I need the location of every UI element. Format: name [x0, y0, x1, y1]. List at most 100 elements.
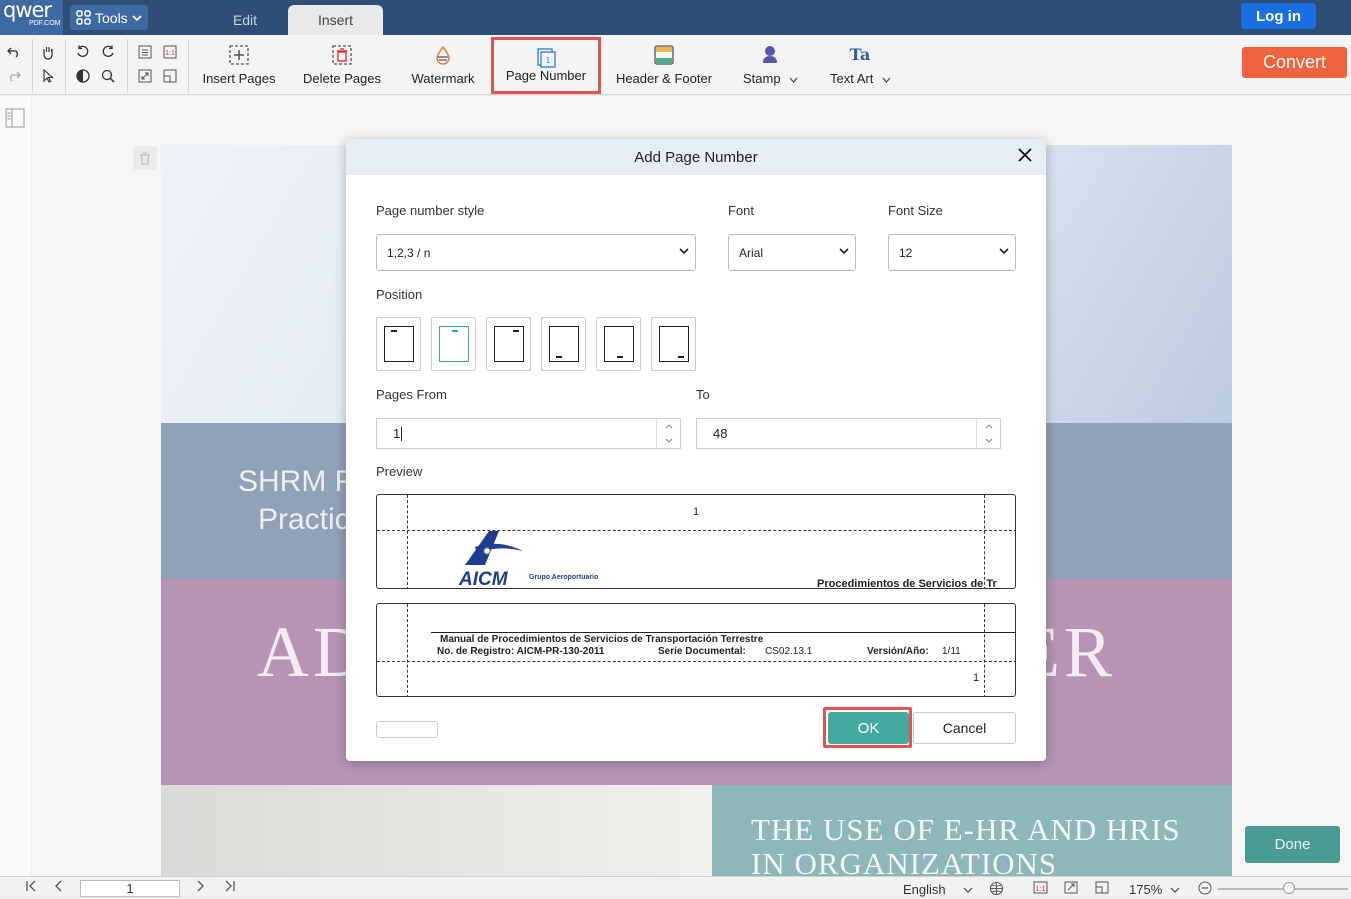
page-number-button[interactable]: 1 Page Number: [491, 37, 601, 94]
header-footer-button[interactable]: Header & Footer: [612, 37, 716, 94]
position-top-center[interactable]: [431, 317, 476, 371]
page-number-icon: 1: [536, 48, 556, 71]
convert-button[interactable]: Convert: [1242, 47, 1347, 78]
position-top-left[interactable]: [376, 317, 421, 371]
tab-edit[interactable]: Edit: [205, 5, 285, 35]
zoom-select[interactable]: 175%: [1129, 882, 1180, 897]
font-size-label: Font Size: [888, 203, 943, 218]
svg-text:1: 1: [546, 56, 551, 65]
single-page-icon[interactable]: [137, 44, 153, 60]
fit-page-icon[interactable]: [1064, 881, 1078, 897]
preview-logo: [459, 527, 549, 572]
contrast-icon[interactable]: [75, 68, 91, 84]
first-page-icon[interactable]: [25, 879, 37, 896]
preview-top-heading: Procedimientos de Servicios de Tr: [817, 578, 997, 589]
cancel-button[interactable]: Cancel: [913, 712, 1016, 744]
font-size-select[interactable]: 12: [888, 234, 1016, 271]
pages-to-input[interactable]: 48: [696, 418, 1001, 449]
pages-from-stepper[interactable]: [656, 419, 680, 448]
prev-page-icon[interactable]: [53, 879, 63, 896]
fit-width-icon[interactable]: [1095, 881, 1109, 897]
delete-pages-label: Delete Pages: [302, 71, 382, 86]
rotate-right-icon[interactable]: [100, 44, 116, 60]
logo-subtext: PDF.COM: [29, 20, 61, 27]
pages-from-value: 1: [393, 426, 401, 441]
next-page-icon[interactable]: [196, 879, 206, 896]
fit-width-icon[interactable]: [162, 68, 178, 84]
language-select[interactable]: English: [903, 882, 973, 897]
tab-insert[interactable]: Insert: [288, 5, 383, 35]
pages-to-label: To: [696, 387, 710, 402]
logo-text: qwer: [3, 0, 52, 22]
zoom-label: 175%: [1129, 882, 1163, 897]
actual-size-icon[interactable]: 1:1: [162, 44, 178, 60]
font-value: Arial: [739, 245, 764, 260]
delete-pages-button[interactable]: Delete Pages: [301, 37, 383, 94]
stamp-button[interactable]: Stamp: [737, 37, 803, 94]
status-bar: 1 English 1:1 175%: [0, 876, 1351, 899]
blank-button[interactable]: [376, 721, 438, 738]
grid-icon: [76, 10, 91, 25]
pages-to-value: 48: [713, 426, 728, 441]
dialog-header: Add Page Number: [346, 139, 1046, 175]
position-top-right[interactable]: [486, 317, 531, 371]
delete-pages-icon: [332, 45, 352, 68]
position-bottom-left[interactable]: [541, 317, 586, 371]
globe-icon[interactable]: [989, 881, 1004, 899]
select-arrow-icon[interactable]: [40, 68, 56, 84]
dialog-title: Add Page Number: [634, 148, 758, 166]
watermark-label: Watermark: [411, 71, 475, 86]
login-button[interactable]: Log in: [1241, 3, 1316, 29]
rotate-left-icon[interactable]: [75, 44, 91, 60]
stamp-icon: [760, 45, 780, 68]
pages-from-label: Pages From: [376, 387, 447, 402]
position-bottom-center[interactable]: [596, 317, 641, 371]
chevron-down-icon[interactable]: [985, 438, 993, 443]
done-button[interactable]: Done: [1245, 826, 1340, 863]
preview-bottom-version-label: Versión/Año:: [867, 646, 929, 657]
font-select[interactable]: Arial: [728, 234, 856, 271]
undo-icon[interactable]: [6, 44, 22, 60]
redo-icon[interactable]: [6, 68, 22, 84]
pages-from-input[interactable]: 1: [376, 418, 681, 449]
preview-label: Preview: [376, 464, 423, 479]
hand-tool-icon[interactable]: [40, 44, 56, 60]
preview-bottom-serie-label: Serie Documental:: [658, 646, 746, 657]
chevron-down-icon[interactable]: [665, 438, 673, 443]
close-icon[interactable]: [1014, 146, 1036, 168]
svg-text:1:1: 1:1: [1036, 886, 1046, 893]
ok-button[interactable]: OK: [828, 712, 909, 744]
header-footer-icon: [654, 45, 674, 68]
chevron-up-icon[interactable]: [985, 424, 993, 429]
text-art-label: Text Art: [830, 71, 874, 86]
fit-page-icon[interactable]: [137, 68, 153, 84]
chevron-down-icon: [999, 248, 1009, 255]
page-number-style-select[interactable]: 1,2,3 / n: [376, 234, 696, 271]
page-number-style-label: Page number style: [376, 203, 485, 218]
app-logo[interactable]: qwer PDF.COM: [0, 0, 63, 35]
watermark-icon: [433, 45, 453, 68]
last-page-icon[interactable]: [224, 879, 236, 896]
position-label: Position: [376, 287, 423, 302]
toolbar: 1:1 Insert Pages Delete Pages Watermark …: [0, 35, 1351, 95]
chevron-down-icon: [1170, 887, 1180, 893]
chevron-up-icon[interactable]: [665, 424, 673, 429]
actual-size-icon[interactable]: 1:1: [1033, 881, 1048, 897]
watermark-button[interactable]: Watermark: [405, 37, 481, 94]
insert-pages-icon: [229, 45, 249, 68]
zoom-out-icon[interactable]: [1198, 881, 1212, 898]
font-label: Font: [728, 203, 755, 218]
preview-bottom-registro: No. de Registro: AICM-PR-130-2011: [437, 646, 605, 657]
insert-pages-button[interactable]: Insert Pages: [199, 37, 279, 94]
zoom-search-icon[interactable]: [100, 68, 116, 84]
position-bottom-right[interactable]: [651, 317, 696, 371]
pages-to-stepper[interactable]: [976, 419, 1000, 448]
text-art-button[interactable]: Ta Text Art: [822, 37, 900, 94]
zoom-slider-handle[interactable]: [1283, 882, 1295, 894]
tools-menu-button[interactable]: Tools: [70, 5, 148, 30]
page-number-input[interactable]: 1: [80, 880, 180, 897]
page-number-style-value: 1,2,3 / n: [387, 245, 431, 260]
stamp-label: Stamp: [743, 71, 781, 86]
header-footer-label: Header & Footer: [615, 71, 713, 86]
chevron-down-icon: [839, 248, 849, 255]
